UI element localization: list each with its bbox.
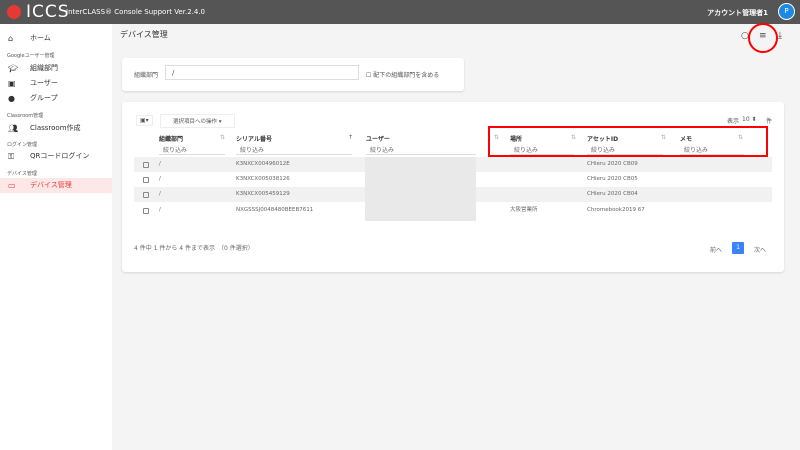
per-page-select[interactable]: 10 ⬍ bbox=[742, 116, 757, 123]
sidebar-item-qr-login[interactable]: ⚿ QRコードログイン bbox=[0, 149, 112, 164]
sidebar-item-label: ホーム bbox=[30, 34, 51, 42]
laptop-icon: ▭ bbox=[8, 181, 16, 190]
cell-serial: K3NXCX005459129 bbox=[236, 191, 290, 197]
cell-serial: NXGSSSJ0048480BEEB7611 bbox=[236, 207, 314, 213]
cell-asset: Chromebook2019 67 bbox=[587, 207, 645, 213]
sidebar-item-classroom[interactable]: 👥︎ Classroom作成 bbox=[0, 121, 112, 136]
filter-user[interactable]: 絞り込み bbox=[366, 145, 476, 155]
group-icon: ● bbox=[8, 94, 15, 103]
download-icon[interactable]: ⤓ bbox=[778, 31, 782, 41]
app-subtitle: InterCLASS® Console Support Ver.2.4.0 bbox=[66, 8, 206, 16]
select-all-dropdown[interactable]: ▣▾ bbox=[136, 115, 153, 126]
next-button[interactable]: 次へ bbox=[754, 245, 766, 254]
people-icon: 👥︎ bbox=[8, 124, 19, 133]
column-header-user[interactable]: ユーザー bbox=[366, 134, 390, 143]
page-1-button[interactable]: 1 bbox=[732, 242, 744, 254]
home-icon: ⌂ bbox=[8, 34, 14, 43]
section-label: ログイン管理 bbox=[7, 142, 38, 148]
sidebar-item-label: Classroom作成 bbox=[30, 124, 81, 132]
sidebar-item-users[interactable]: ▣ ユーザー bbox=[0, 76, 112, 91]
org-input[interactable]: / bbox=[165, 65, 359, 80]
column-header-serial[interactable]: シリアル番号 bbox=[236, 134, 272, 143]
row-checkbox[interactable] bbox=[143, 162, 149, 168]
cell-asset: CHieru 2020 CB04 bbox=[587, 191, 638, 197]
per-page-label: 表示 bbox=[727, 118, 740, 125]
highlight-circle bbox=[748, 23, 778, 53]
user-icon: ▣ bbox=[8, 79, 16, 88]
logo-icon bbox=[7, 5, 21, 19]
cell-serial: K3NXCX00496012E bbox=[236, 161, 290, 167]
cell-org: / bbox=[159, 161, 161, 167]
cell-serial: K3NXCX005038126 bbox=[236, 176, 290, 182]
column-header-org[interactable]: 組織部門 bbox=[159, 134, 183, 143]
per-page-unit: 件 bbox=[766, 118, 773, 125]
sidebar-item-label: 組織部門 bbox=[30, 64, 58, 72]
section-label: Googleユーザー管理 bbox=[7, 53, 55, 59]
cell-asset: CHieru 2020 CB05 bbox=[587, 176, 638, 182]
section-label: Classroom管理 bbox=[7, 113, 44, 119]
filter-org[interactable]: 絞り込み bbox=[159, 145, 225, 155]
app-header: ICCS InterCLASS® Console Support Ver.2.4… bbox=[0, 0, 800, 24]
sort-asc-icon[interactable]: ↑ bbox=[348, 134, 353, 141]
sidebar-item-label: ユーザー bbox=[30, 79, 58, 87]
sidebar-item-home[interactable]: ⌂ ホーム bbox=[0, 31, 112, 46]
row-checkbox[interactable] bbox=[143, 208, 149, 214]
sidebar-item-label: QRコードログイン bbox=[30, 152, 90, 160]
redacted-user-column bbox=[365, 157, 476, 221]
include-sub-label: 配下の組織部門を含める bbox=[373, 72, 440, 79]
sidebar: ⌂ ホーム Googleユーザー管理 🎓︎ 組織部門 ▣ ユーザー ● グループ Cla… bbox=[0, 24, 112, 450]
sort-icon[interactable]: ⇅ bbox=[220, 134, 225, 141]
key-icon: ⚿ bbox=[8, 152, 15, 161]
sidebar-item-devices[interactable]: ▭ デバイス管理 bbox=[0, 178, 112, 193]
cell-org: / bbox=[159, 176, 161, 182]
sidebar-item-label: デバイス管理 bbox=[30, 181, 72, 189]
school-icon: 🎓︎ bbox=[8, 64, 19, 73]
highlight-box bbox=[488, 126, 768, 157]
cell-location: 大阪営業所 bbox=[510, 207, 538, 213]
filter-serial[interactable]: 絞り込み bbox=[236, 145, 352, 155]
row-checkbox[interactable] bbox=[143, 177, 149, 183]
org-label: 組織部門 bbox=[134, 72, 159, 79]
per-page-value: 10 bbox=[742, 116, 750, 123]
include-sub-checkbox[interactable]: ☐ 配下の組織部門を含める bbox=[366, 70, 439, 79]
brand: ICCS bbox=[26, 2, 70, 22]
sidebar-item-groups[interactable]: ● グループ bbox=[0, 91, 112, 106]
page-title: デバイス管理 bbox=[120, 30, 168, 39]
avatar[interactable]: P bbox=[778, 3, 795, 20]
account-name[interactable]: アカウント管理者1 bbox=[707, 8, 768, 18]
sidebar-item-label: グループ bbox=[30, 94, 58, 102]
section-label: デバイス管理 bbox=[7, 171, 37, 177]
prev-button[interactable]: 前へ bbox=[710, 245, 722, 254]
sidebar-item-org[interactable]: 🎓︎ 組織部門 bbox=[0, 61, 112, 76]
row-checkbox[interactable] bbox=[143, 192, 149, 198]
cell-asset: CHieru 2020 CB09 bbox=[587, 161, 638, 167]
bulk-action-button[interactable]: 選択項目への操作 ▾ bbox=[160, 114, 235, 128]
cell-org: / bbox=[159, 191, 161, 197]
cell-org: / bbox=[159, 207, 161, 213]
table-summary: 4 件中 1 件から 4 件まで表示 （0 件選択） bbox=[134, 245, 254, 252]
